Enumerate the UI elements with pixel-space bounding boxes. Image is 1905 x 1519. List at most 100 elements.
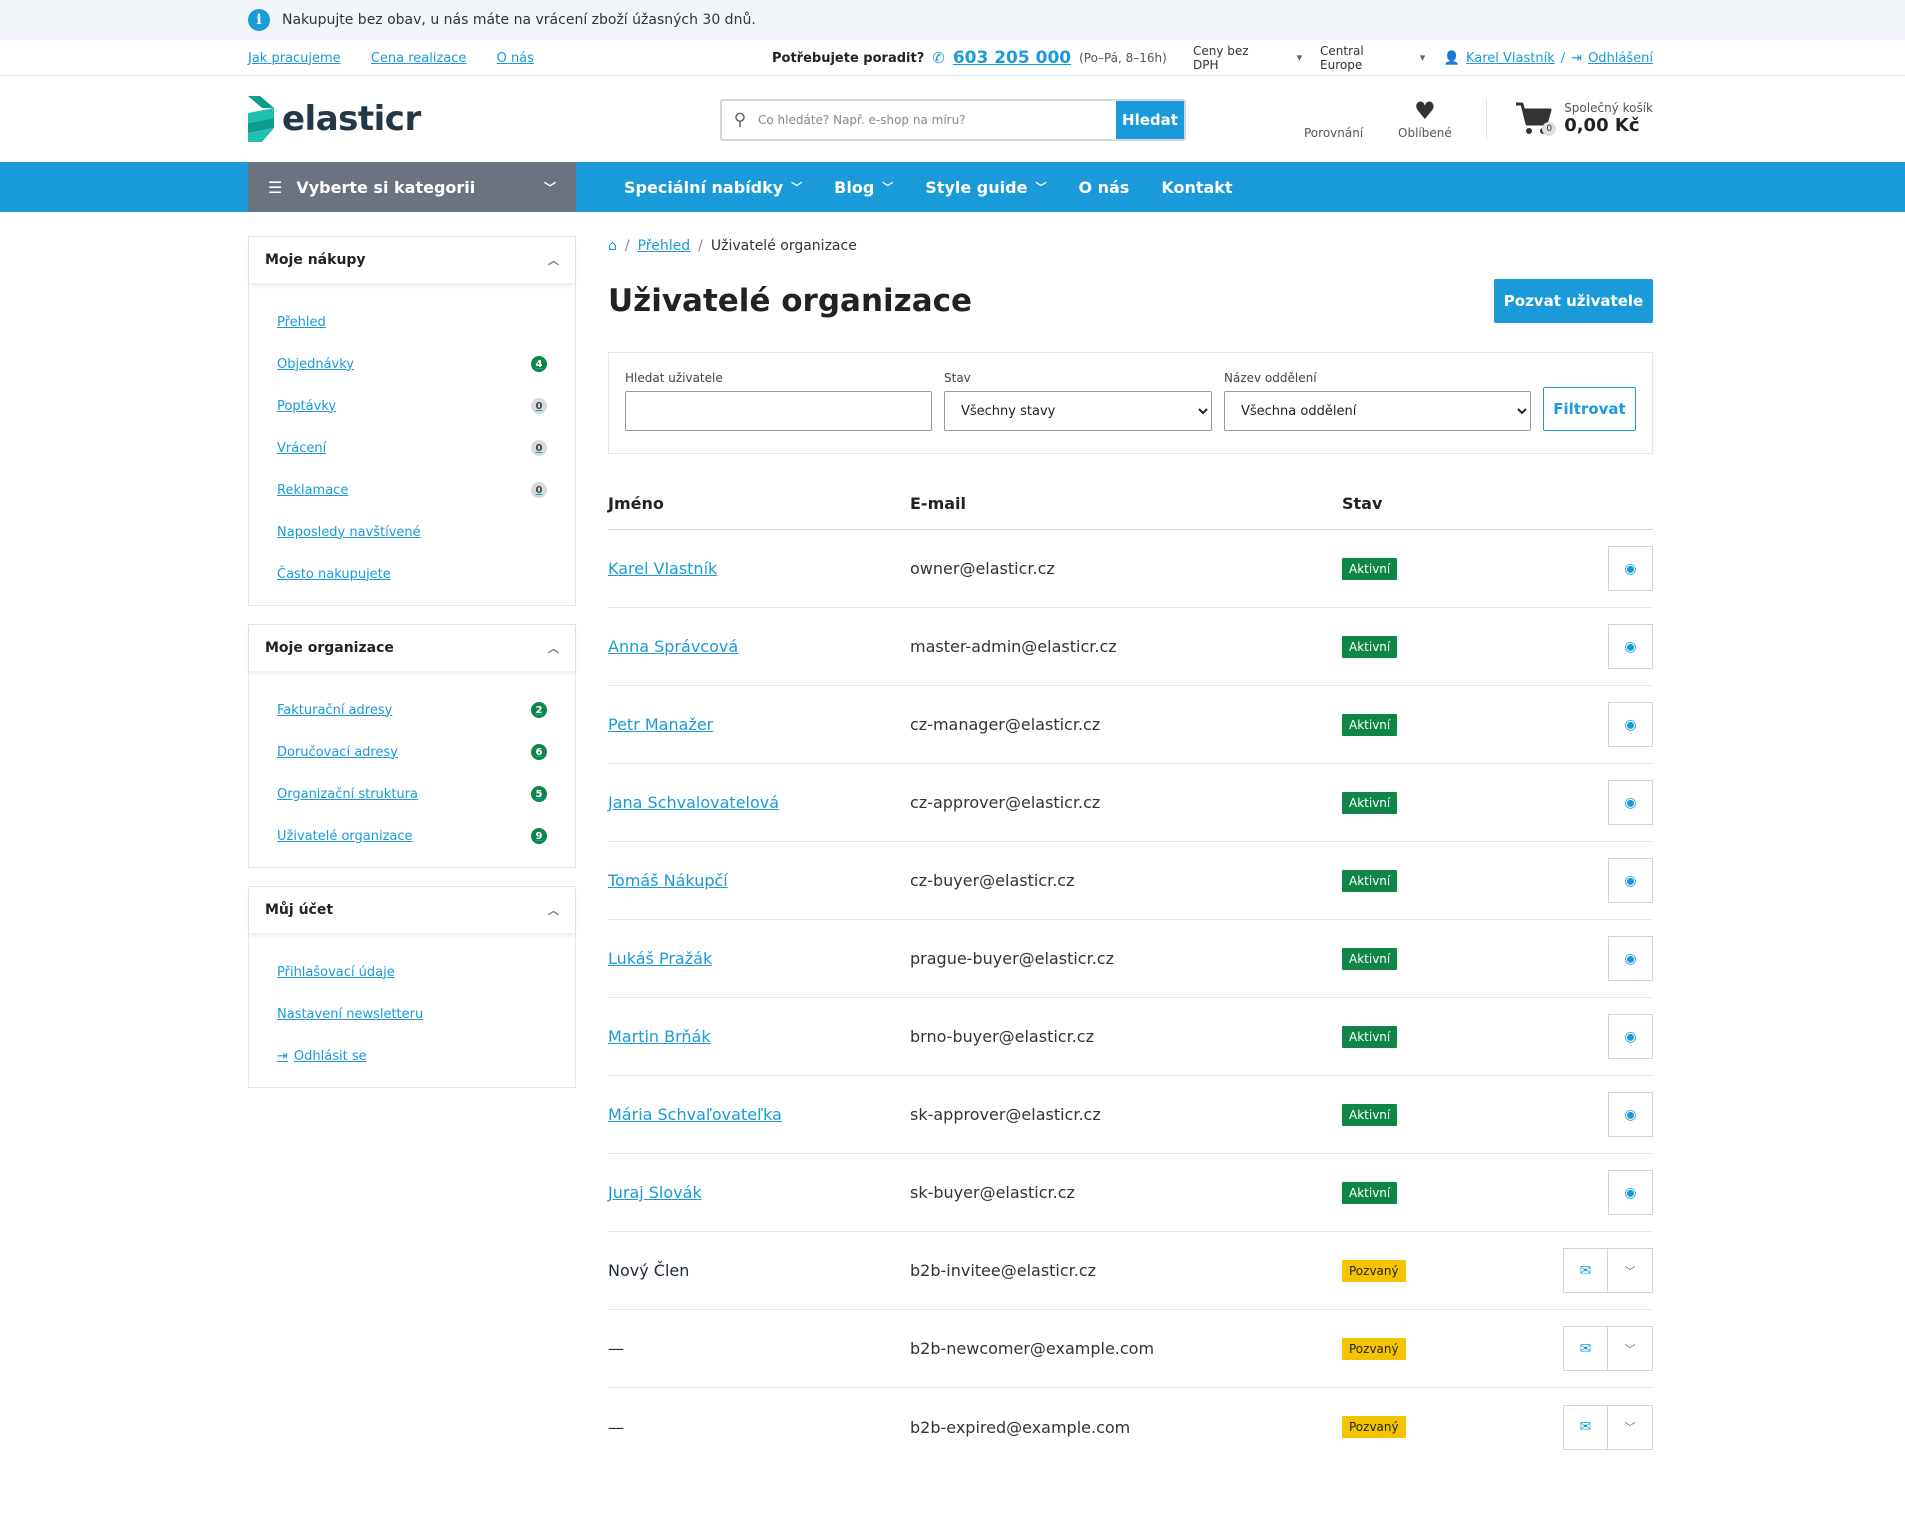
main-nav: ☰ Vyberte si kategorii ﹀ Speciální nabíd… [0, 162, 1905, 212]
sidebar-item-overview[interactable]: Přehled [277, 301, 547, 343]
content: ⌂ / Přehled / Uživatelé organizace Uživa… [608, 236, 1653, 1466]
logo[interactable]: elasticr [248, 96, 421, 142]
col-name-header: Jméno [608, 494, 664, 513]
user-name-link[interactable]: Anna Správcová [608, 637, 738, 656]
sidebar-item-logout[interactable]: ⇥ Odhlásit se [277, 1035, 547, 1077]
logout-icon: ⇥ [277, 1048, 288, 1064]
eye-icon: ◉ [1624, 716, 1637, 733]
nav-item-special-offers[interactable]: Speciální nabídky ﹀ [624, 178, 802, 197]
search-button[interactable]: Hledat [1116, 101, 1184, 139]
count-badge: 5 [531, 786, 547, 802]
state-label: Stav [944, 371, 971, 385]
view-button[interactable]: ◉ [1608, 1014, 1653, 1059]
panel-account-header[interactable]: Můj účet ︿ [249, 887, 575, 933]
status-badge: Aktivní [1342, 635, 1398, 658]
table-row: Karel Vlastník owner@elasticr.cz Aktivní… [608, 530, 1653, 608]
view-button[interactable]: ◉ [1608, 858, 1653, 903]
sidebar-item-returns[interactable]: Vrácení 0 [277, 427, 547, 469]
search-icon: ⚲ [733, 110, 747, 130]
sidebar-item-inquiries[interactable]: Poptávky 0 [277, 385, 547, 427]
filter-button[interactable]: Filtrovat [1543, 387, 1636, 431]
eye-icon: ◉ [1624, 872, 1637, 889]
sidebar-item-delivery-addresses[interactable]: Doručovací adresy 6 [277, 731, 547, 773]
view-button[interactable]: ◉ [1608, 546, 1653, 591]
sidebar-item-orders[interactable]: Objednávky 4 [277, 343, 547, 385]
chevron-down-icon: ▾ [1296, 51, 1303, 65]
top-link-how-we-work[interactable]: Jak pracujeme [248, 51, 341, 66]
sidebar-item-login-details[interactable]: Přihlašovací údaje [277, 951, 547, 993]
cart-button[interactable]: 0 Společný košík 0,00 Kč [1514, 98, 1653, 138]
count-badge: 0 [531, 398, 547, 414]
view-button[interactable]: ◉ [1608, 1092, 1653, 1137]
page-title: Uživatelé organizace [608, 283, 973, 319]
user-email: brno-buyer@elasticr.cz [910, 1027, 1094, 1046]
breadcrumb-overview[interactable]: Přehled [638, 238, 691, 254]
search-user-input[interactable] [625, 391, 932, 431]
cart-label: Společný košík [1564, 100, 1653, 115]
more-actions-dropdown[interactable]: ﹀ [1608, 1404, 1653, 1450]
user-icon: 👤 [1443, 50, 1460, 66]
sidebar-item-org-structure[interactable]: Organizační struktura 5 [277, 773, 547, 815]
favorites-button[interactable]: ♥ Oblíbené [1398, 96, 1452, 140]
top-link-pricing[interactable]: Cena realizace [371, 51, 467, 66]
col-state-header: Stav [1342, 494, 1383, 513]
sidebar-item-complaints[interactable]: Reklamace 0 [277, 469, 547, 511]
nav-item-about[interactable]: O nás [1078, 178, 1129, 197]
logout-link[interactable]: Odhlášení [1588, 51, 1653, 66]
view-button[interactable]: ◉ [1608, 780, 1653, 825]
search-input[interactable] [758, 101, 1116, 139]
top-link-about[interactable]: O nás [497, 51, 534, 66]
chevron-down-icon: ﹀ [1624, 1264, 1636, 1278]
invite-user-button[interactable]: Pozvat uživatele [1494, 279, 1653, 323]
user-name-link[interactable]: Jana Schvalovatelová [608, 793, 779, 812]
user-email: cz-buyer@elasticr.cz [910, 871, 1075, 890]
sidebar-item-frequent[interactable]: Často nakupujete [277, 553, 547, 595]
user-name-link[interactable]: Juraj Slovák [608, 1183, 702, 1202]
panel-purchases-header[interactable]: Moje nákupy ︿ [249, 237, 575, 283]
panel-purchases: Moje nákupy ︿ Přehled Objednávky 4 Poptáv… [248, 236, 576, 606]
user-email: master-admin@elasticr.cz [910, 637, 1117, 656]
user-name-link[interactable]: Tomáš Nákupčí [608, 871, 728, 890]
status-badge: Pozvaný [1342, 1337, 1406, 1360]
sidebar-item-org-users[interactable]: Uživatelé organizace 9 [277, 815, 547, 857]
compare-button[interactable]: Porovnání [1304, 96, 1363, 140]
region-select[interactable]: Central Europe ▾ [1320, 44, 1425, 73]
price-select[interactable]: Ceny bez DPH ▾ [1193, 44, 1302, 73]
users-table: Karel Vlastník owner@elasticr.cz Aktivní… [608, 530, 1653, 1466]
user-name-link[interactable]: Lukáš Pražák [608, 949, 712, 968]
phone-link[interactable]: 603 205 000 [953, 48, 1071, 68]
eye-icon: ◉ [1624, 560, 1637, 577]
user-name-link[interactable]: Mária Schvaľovateľka [608, 1105, 782, 1124]
sidebar-item-newsletter[interactable]: Nastavení newsletteru [277, 993, 547, 1035]
view-button[interactable]: ◉ [1608, 1170, 1653, 1215]
department-select[interactable]: Všechna oddělení [1224, 391, 1531, 431]
view-button[interactable]: ◉ [1608, 624, 1653, 669]
home-icon[interactable]: ⌂ [608, 238, 617, 254]
state-select[interactable]: Všechny stavy [944, 391, 1212, 431]
view-button[interactable]: ◉ [1608, 702, 1653, 747]
user-name-link[interactable]: Karel Vlastník [1466, 51, 1555, 66]
panel-organization-header[interactable]: Moje organizace ︿ [249, 625, 575, 671]
resend-invite-button[interactable]: ✉ [1563, 1404, 1608, 1450]
department-label: Název oddělení [1224, 371, 1317, 385]
count-badge: 6 [531, 744, 547, 760]
sidebar-item-recently-viewed[interactable]: Naposledy navštívené [277, 511, 547, 553]
user-email: b2b-expired@example.com [910, 1417, 1131, 1437]
resend-invite-button[interactable]: ✉ [1563, 1248, 1608, 1293]
logo-text: elasticr [282, 99, 421, 139]
heart-icon: ♥ [1414, 97, 1436, 125]
nav-item-contact[interactable]: Kontakt [1161, 178, 1232, 197]
user-name-link[interactable]: Martin Brňák [608, 1027, 711, 1046]
user-name-link[interactable]: Petr Manažer [608, 715, 713, 734]
nav-item-blog[interactable]: Blog ﹀ [834, 178, 893, 197]
resend-invite-button[interactable]: ✉ [1563, 1326, 1608, 1371]
more-actions-dropdown[interactable]: ﹀ [1608, 1248, 1653, 1293]
advice-hours: (Po–Pá, 8–16h) [1079, 51, 1167, 65]
logo-icon [248, 96, 274, 142]
sidebar-item-billing-addresses[interactable]: Fakturační adresy 2 [277, 689, 547, 731]
nav-item-style-guide[interactable]: Style guide ﹀ [925, 178, 1046, 197]
view-button[interactable]: ◉ [1608, 936, 1653, 981]
category-menu-button[interactable]: ☰ Vyberte si kategorii ﹀ [248, 162, 576, 212]
user-name-link[interactable]: Karel Vlastník [608, 559, 717, 578]
more-actions-dropdown[interactable]: ﹀ [1608, 1326, 1653, 1371]
